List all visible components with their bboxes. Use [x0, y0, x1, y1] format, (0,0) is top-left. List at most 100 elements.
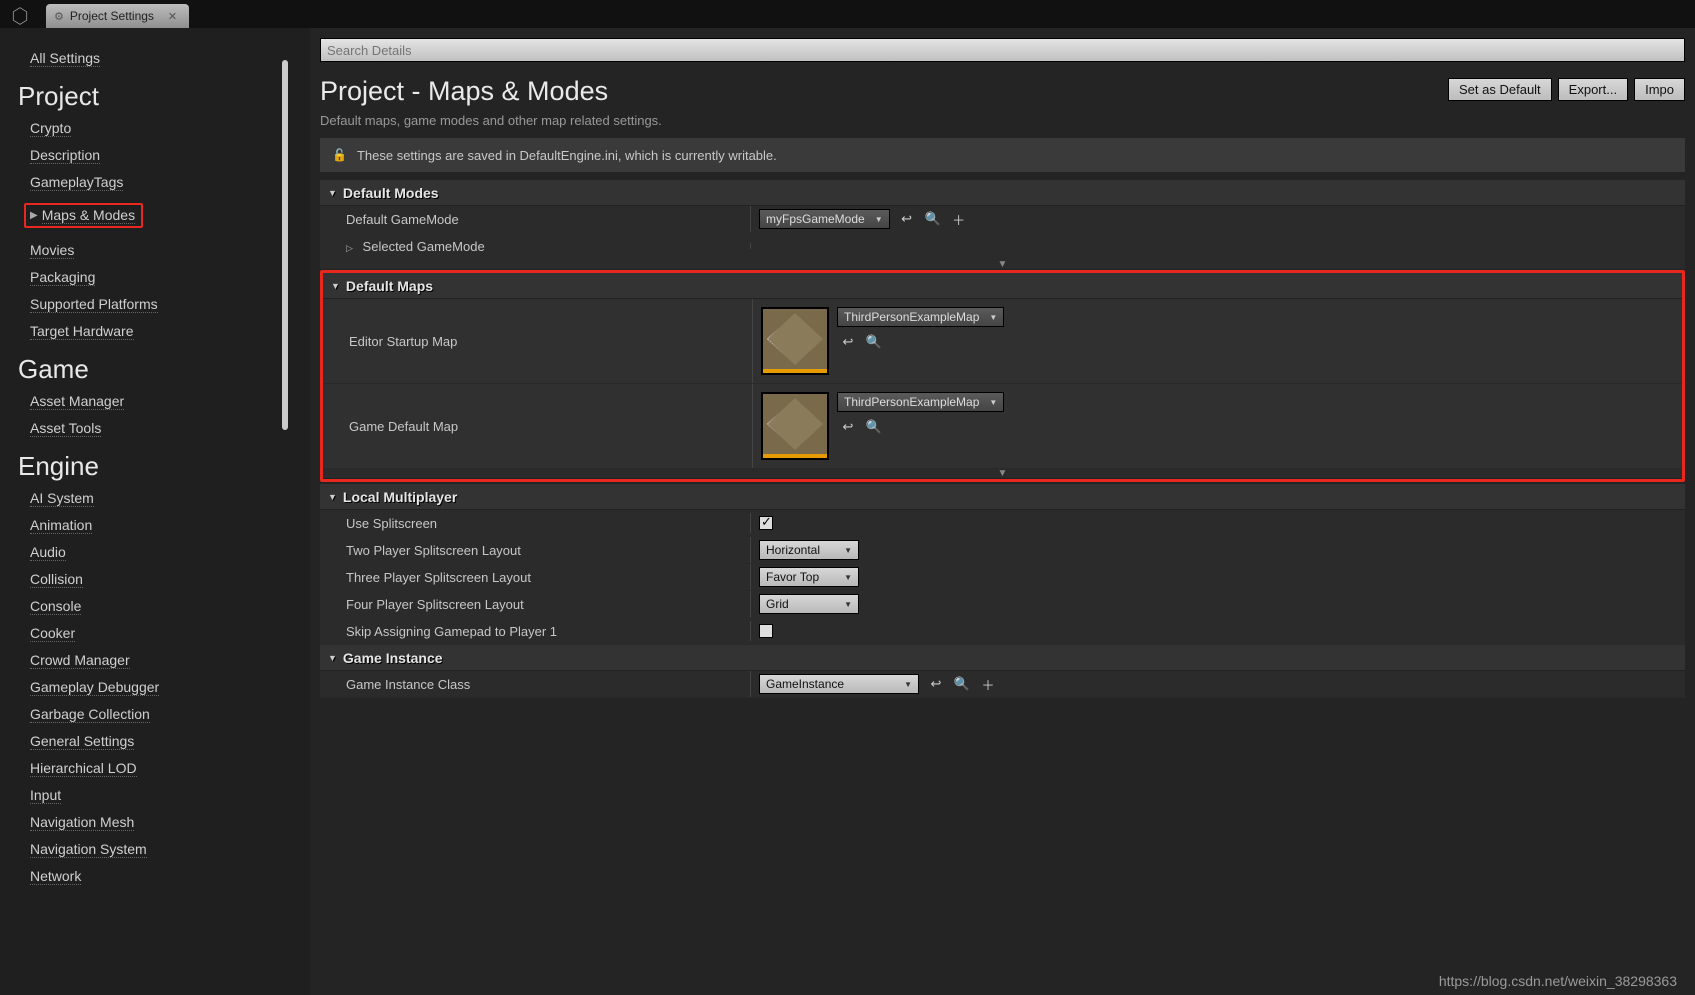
import-button[interactable]: Impo — [1634, 78, 1685, 101]
chevron-down-icon: ▼ — [989, 398, 997, 407]
reset-icon[interactable]: ↩ — [927, 675, 945, 693]
sidebar-item-asset-tools[interactable]: Asset Tools — [30, 420, 101, 437]
highlight-default-maps: ▼ Default Maps Editor Startup Map ThirdP… — [320, 270, 1685, 482]
sidebar-item-cooker[interactable]: Cooker — [30, 625, 75, 642]
section-expander[interactable]: ▼ — [323, 469, 1682, 479]
sidebar-category-game: Game — [18, 354, 292, 385]
label-skip-gamepad: Skip Assigning Gamepad to Player 1 — [320, 624, 750, 639]
sidebar-category-engine: Engine — [18, 451, 292, 482]
label-selected-gamemode[interactable]: ▷ Selected GameMode — [320, 239, 750, 254]
section-title: Local Multiplayer — [343, 489, 457, 505]
chevron-down-icon: ▼ — [989, 313, 997, 322]
chevron-down-icon: ▼ — [904, 680, 912, 689]
sidebar-item-navigation-mesh[interactable]: Navigation Mesh — [30, 814, 134, 831]
watermark-text: https://blog.csdn.net/weixin_38298363 — [1439, 973, 1677, 989]
browse-icon[interactable]: 🔍 — [865, 333, 883, 351]
chevron-down-icon: ▼ — [844, 573, 852, 582]
dropdown-default-gamemode[interactable]: myFpsGameMode ▼ — [759, 209, 890, 229]
checkbox-skip-gamepad[interactable] — [759, 624, 773, 638]
sidebar-item-hierarchical-lod[interactable]: Hierarchical LOD — [30, 760, 137, 777]
section-local-multiplayer[interactable]: ▼ Local Multiplayer — [320, 484, 1685, 510]
page-subtitle: Default maps, game modes and other map r… — [320, 113, 662, 128]
section-title: Default Modes — [343, 185, 439, 201]
sidebar-item-supported-platforms[interactable]: Supported Platforms — [30, 296, 158, 313]
sidebar-item-audio[interactable]: Audio — [30, 544, 66, 561]
page-title: Project - Maps & Modes — [320, 76, 662, 107]
set-as-default-button[interactable]: Set as Default — [1448, 78, 1552, 101]
sidebar-item-gameplaytags[interactable]: GameplayTags — [30, 174, 123, 191]
chevron-down-icon: ▼ — [844, 546, 852, 555]
chevron-down-icon: ▼ — [328, 653, 337, 663]
sidebar-item-collision[interactable]: Collision — [30, 571, 83, 588]
add-icon[interactable]: ＋ — [979, 675, 997, 693]
tab-bar: ⚙ Project Settings ✕ — [0, 0, 1695, 28]
browse-icon[interactable]: 🔍 — [924, 210, 942, 228]
section-title: Default Maps — [346, 278, 433, 294]
label-game-instance-class: Game Instance Class — [320, 677, 750, 692]
section-default-maps[interactable]: ▼ Default Maps — [323, 273, 1682, 299]
sidebar-category-project: Project — [18, 81, 292, 112]
search-input[interactable] — [320, 38, 1685, 62]
sidebar-item-crowd-manager[interactable]: Crowd Manager — [30, 652, 130, 669]
sidebar-item-ai-system[interactable]: AI System — [30, 490, 94, 507]
dropdown-two-player-layout[interactable]: Horizontal ▼ — [759, 540, 859, 560]
sidebar-item-asset-manager[interactable]: Asset Manager — [30, 393, 124, 410]
chevron-down-icon: ▼ — [328, 492, 337, 502]
sidebar-item-animation[interactable]: Animation — [30, 517, 92, 534]
dropdown-three-player-layout[interactable]: Favor Top ▼ — [759, 567, 859, 587]
sidebar-item-general-settings[interactable]: General Settings — [30, 733, 134, 750]
map-thumbnail[interactable] — [761, 392, 829, 460]
sidebar-item-description[interactable]: Description — [30, 147, 100, 164]
engine-logo-icon — [4, 4, 36, 28]
dropdown-editor-startup-map[interactable]: ThirdPersonExampleMap ▼ — [837, 307, 1004, 327]
sidebar-item-gameplay-debugger[interactable]: Gameplay Debugger — [30, 679, 159, 696]
reset-icon[interactable]: ↩ — [839, 333, 857, 351]
sidebar-item-navigation-system[interactable]: Navigation System — [30, 841, 147, 858]
sidebar-item-target-hardware[interactable]: Target Hardware — [30, 323, 134, 340]
add-icon[interactable]: ＋ — [950, 210, 968, 228]
label-three-player-layout: Three Player Splitscreen Layout — [320, 570, 750, 585]
label-four-player-layout: Four Player Splitscreen Layout — [320, 597, 750, 612]
label-use-splitscreen: Use Splitscreen — [320, 516, 750, 531]
browse-icon[interactable]: 🔍 — [953, 675, 971, 693]
chevron-down-icon: ▼ — [875, 215, 883, 224]
sidebar-item-garbage-collection[interactable]: Garbage Collection — [30, 706, 150, 723]
chevron-right-icon: ▷ — [346, 243, 353, 253]
dropdown-four-player-layout[interactable]: Grid ▼ — [759, 594, 859, 614]
sidebar-item-crypto[interactable]: Crypto — [30, 120, 71, 137]
gear-icon: ⚙ — [54, 10, 64, 23]
label-game-default-map: Game Default Map — [323, 384, 753, 468]
chevron-down-icon: ▼ — [844, 600, 852, 609]
chevron-down-icon: ▼ — [328, 188, 337, 198]
chevron-right-icon: ▶ — [30, 210, 38, 221]
sidebar-item-movies[interactable]: Movies — [30, 242, 74, 259]
sidebar-item-input[interactable]: Input — [30, 787, 61, 804]
info-bar: 🔓 These settings are saved in DefaultEng… — [320, 138, 1685, 172]
browse-icon[interactable]: 🔍 — [865, 418, 883, 436]
sidebar-item-network[interactable]: Network — [30, 868, 81, 885]
dropdown-game-default-map[interactable]: ThirdPersonExampleMap ▼ — [837, 392, 1004, 412]
info-text: These settings are saved in DefaultEngin… — [357, 148, 777, 163]
close-icon[interactable]: ✕ — [168, 10, 177, 23]
label-two-player-layout: Two Player Splitscreen Layout — [320, 543, 750, 558]
section-expander[interactable]: ▼ — [320, 260, 1685, 270]
label-default-gamemode: Default GameMode — [320, 212, 750, 227]
map-thumbnail[interactable] — [761, 307, 829, 375]
section-game-instance[interactable]: ▼ Game Instance — [320, 645, 1685, 671]
reset-icon[interactable]: ↩ — [839, 418, 857, 436]
tab-project-settings[interactable]: ⚙ Project Settings ✕ — [46, 4, 189, 28]
sidebar-item-console[interactable]: Console — [30, 598, 81, 615]
section-title: Game Instance — [343, 650, 443, 666]
sidebar-scrollbar[interactable] — [282, 60, 288, 430]
section-default-modes[interactable]: ▼ Default Modes — [320, 180, 1685, 206]
dropdown-game-instance-class[interactable]: GameInstance ▼ — [759, 674, 919, 694]
sidebar-item-maps-modes[interactable]: ▶ Maps & Modes — [24, 203, 143, 228]
reset-icon[interactable]: ↩ — [898, 210, 916, 228]
sidebar-all-settings[interactable]: All Settings — [30, 50, 100, 67]
settings-sidebar: All Settings Project Crypto Description … — [0, 28, 310, 995]
checkbox-use-splitscreen[interactable] — [759, 516, 773, 530]
export-button[interactable]: Export... — [1558, 78, 1628, 101]
chevron-down-icon: ▼ — [331, 281, 340, 291]
sidebar-item-packaging[interactable]: Packaging — [30, 269, 95, 286]
sidebar-item-label: Maps & Modes — [42, 207, 135, 224]
